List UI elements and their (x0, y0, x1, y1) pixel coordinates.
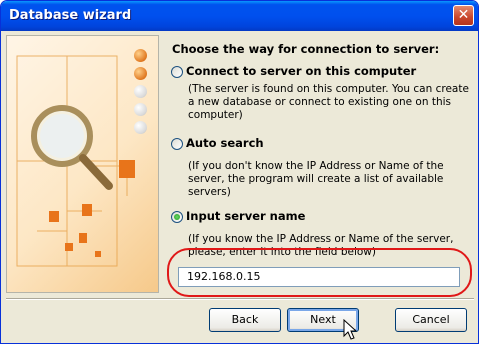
radio-input-server-name[interactable] (171, 211, 183, 223)
step-indicator-5 (134, 121, 147, 134)
mouse-cursor-icon (343, 319, 357, 340)
close-icon: ✕ (457, 7, 470, 23)
step-indicator-1 (134, 49, 147, 62)
close-button[interactable]: ✕ (453, 5, 474, 26)
radio-connect-local[interactable] (171, 66, 183, 78)
wizard-illustration-panel (6, 35, 159, 293)
back-button[interactable]: Back (209, 308, 281, 332)
option-label-input-server-name[interactable]: Input server name (186, 209, 305, 223)
option-label-auto-search[interactable]: Auto search (186, 136, 264, 150)
window-title: Database wizard (9, 8, 132, 23)
database-wizard-window: Database wizard ✕ Choose the way for con… (0, 0, 479, 344)
option-label-connect-local[interactable]: Connect to server on this computer (186, 64, 416, 78)
step-indicator-3 (134, 85, 147, 98)
step-indicator-2 (134, 67, 147, 80)
radio-auto-search[interactable] (171, 138, 183, 150)
option-description-auto-search: (If you don't know the IP Address or Nam… (188, 160, 444, 198)
option-description-connect-local: (The server is found on this computer. Y… (188, 83, 469, 121)
title-bar[interactable]: Database wizard ✕ (1, 1, 478, 31)
section-heading: Choose the way for connection to server: (172, 42, 440, 56)
radio-selected-dot (174, 214, 180, 220)
cancel-button[interactable]: Cancel (395, 308, 467, 332)
step-indicator-4 (134, 103, 147, 116)
button-separator (6, 298, 474, 300)
highlight-annotation (167, 248, 472, 297)
